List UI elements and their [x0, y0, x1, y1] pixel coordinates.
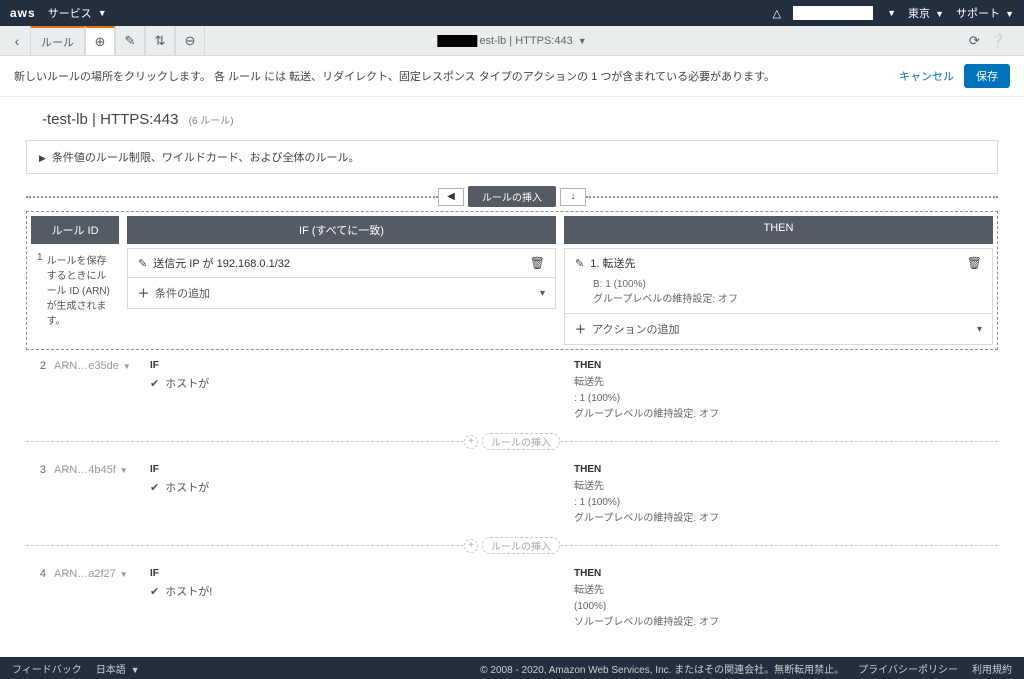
bell-icon[interactable]: △ — [773, 7, 781, 20]
region-menu[interactable]: 東京 ▼ — [908, 5, 944, 21]
lb-name: est-lb — [479, 35, 506, 47]
services-label: サービス — [48, 5, 92, 21]
caret-down-icon: ▼ — [123, 362, 131, 371]
insert-marker[interactable]: +ルールの挿入 — [26, 537, 998, 554]
plus-icon: ＋ — [138, 285, 149, 301]
add-action-button[interactable]: ＋ アクションの追加 ▾ — [564, 314, 993, 345]
services-menu[interactable]: サービス ▼ — [48, 5, 107, 21]
cancel-button[interactable]: キャンセル — [899, 68, 954, 84]
rule-editor: ルール ID IF (すべてに一致) THEN 1 ルールを保存するときにルール… — [26, 211, 998, 350]
caret-down-icon: ▼ — [120, 466, 128, 475]
listener-proto: HTTPS:443 — [515, 35, 572, 47]
account-menu[interactable] — [793, 6, 873, 20]
support-menu[interactable]: サポート ▼ — [956, 5, 1014, 21]
trash-icon[interactable]: 🗑 — [967, 256, 982, 270]
refresh-icon[interactable]: ⟳ — [969, 33, 980, 49]
rule-id-cell: 1 ルールを保存するときにルール ID (ARN) が生成されます。 — [31, 248, 119, 345]
edit-rule-tab[interactable]: ✎ — [115, 26, 145, 55]
action-text: 1. 転送先 — [590, 255, 635, 271]
terms-link[interactable]: 利用規約 — [972, 661, 1012, 676]
chevron-down-icon: ▾ — [977, 324, 982, 335]
pencil-icon: ✎ — [138, 257, 147, 270]
page-title: -test-lb | HTTPS:443 (6 ルール) — [42, 111, 1006, 128]
hint-text: 新しいルールの場所をクリックします。 各 ルール には 転送、リダイレクト、固定… — [14, 68, 775, 84]
breadcrumb: est-lb | HTTPS:443 ▼ — [437, 26, 586, 55]
copyright: © 2008 - 2020, Amazon Web Services, Inc.… — [480, 661, 844, 676]
language-menu[interactable]: 日本語 ▼ — [96, 661, 140, 676]
action-detail: グループレベルの維持設定: オフ — [565, 292, 992, 313]
plus-icon: ＋ — [575, 321, 586, 337]
caret-down-icon: ▼ — [120, 570, 128, 579]
rule-arn[interactable]: ARN…a2f27▼ — [54, 568, 150, 631]
plus-icon: + — [464, 539, 478, 553]
caret-down-icon: ▼ — [98, 8, 107, 18]
aws-logo: aws — [10, 6, 36, 20]
insert-position-marker[interactable]: ◀ ルールの挿入 ↓ — [26, 186, 998, 207]
rule-arn[interactable]: ARN…4b45f▼ — [54, 464, 150, 527]
trash-icon[interactable]: 🗑 — [530, 256, 545, 270]
action-detail: B: 1 (100%) — [565, 277, 992, 292]
global-nav: aws サービス ▼ △ ▼ 東京 ▼ サポート ▼ — [0, 0, 1024, 26]
plus-icon: + — [464, 435, 478, 449]
tab-rules[interactable]: ルール — [30, 26, 85, 55]
rule-arn[interactable]: ARN…e35de▼ — [54, 360, 150, 423]
page-body: -test-lb | HTTPS:443 (6 ルール) ▶条件値のルール制限、… — [0, 97, 1024, 657]
header-id: ルール ID — [31, 216, 119, 244]
rule-count: (6 ルール) — [189, 116, 234, 127]
insert-arrow-left[interactable]: ◀ — [438, 188, 464, 206]
condition-text: 送信元 IP が 192.168.0.1/32 — [153, 255, 290, 271]
info-expander[interactable]: ▶条件値のルール制限、ワイルドカード、および全体のルール。 — [26, 140, 998, 174]
check-icon: ✔ — [150, 481, 159, 494]
help-icon[interactable]: ❔ — [990, 33, 1006, 49]
tab-bar: ‹ ルール ⊕ ✎ ⇅ ⊖ est-lb | HTTPS:443 ▼ ⟳ ❔ — [0, 26, 1024, 56]
insert-arrow-down[interactable]: ↓ — [560, 188, 586, 206]
rule-row: 2 ARN…e35de▼ IF ✔ホストが THEN 転送先 : 1 (100%… — [26, 350, 998, 429]
back-button[interactable]: ‹ — [4, 26, 30, 55]
global-footer: フィードバック 日本語 ▼ © 2008 - 2020, Amazon Web … — [0, 657, 1024, 679]
check-icon: ✔ — [150, 585, 159, 598]
caret-down-icon: ▼ — [887, 8, 896, 18]
add-condition-button[interactable]: ＋ 条件の追加 ▾ — [127, 278, 556, 309]
delete-rule-tab[interactable]: ⊖ — [175, 26, 205, 55]
condition-row[interactable]: ✎ 送信元 IP が 192.168.0.1/32 🗑 — [128, 249, 555, 277]
pencil-icon: ✎ — [575, 257, 584, 270]
insert-marker[interactable]: +ルールの挿入 — [26, 433, 998, 450]
add-rule-tab[interactable]: ⊕ — [85, 26, 115, 55]
chevron-down-icon: ▾ — [540, 288, 545, 299]
rules-list: 2 ARN…e35de▼ IF ✔ホストが THEN 転送先 : 1 (100%… — [26, 350, 998, 637]
rule-row: 3 ARN…4b45f▼ IF ✔ホストが THEN 転送先 : 1 (100%… — [26, 454, 998, 533]
feedback-link[interactable]: フィードバック — [12, 661, 82, 676]
privacy-link[interactable]: プライバシーポリシー — [858, 661, 958, 676]
header-then: THEN — [564, 216, 993, 244]
redacted-icon — [437, 35, 477, 47]
action-row[interactable]: ✎ 1. 転送先 🗑 — [565, 249, 992, 277]
check-icon: ✔ — [150, 377, 159, 390]
insert-label: ルールの挿入 — [468, 186, 556, 207]
hint-bar: 新しいルールの場所をクリックします。 各 ルール には 転送、リダイレクト、固定… — [0, 56, 1024, 97]
reorder-rule-tab[interactable]: ⇅ — [145, 26, 175, 55]
triangle-right-icon: ▶ — [39, 153, 46, 163]
header-if: IF (すべてに一致) — [127, 216, 556, 244]
rule-row: 4 ARN…a2f27▼ IF ✔ホストが! THEN 転送先 (100%) ソ… — [26, 558, 998, 637]
save-button[interactable]: 保存 — [964, 64, 1010, 88]
